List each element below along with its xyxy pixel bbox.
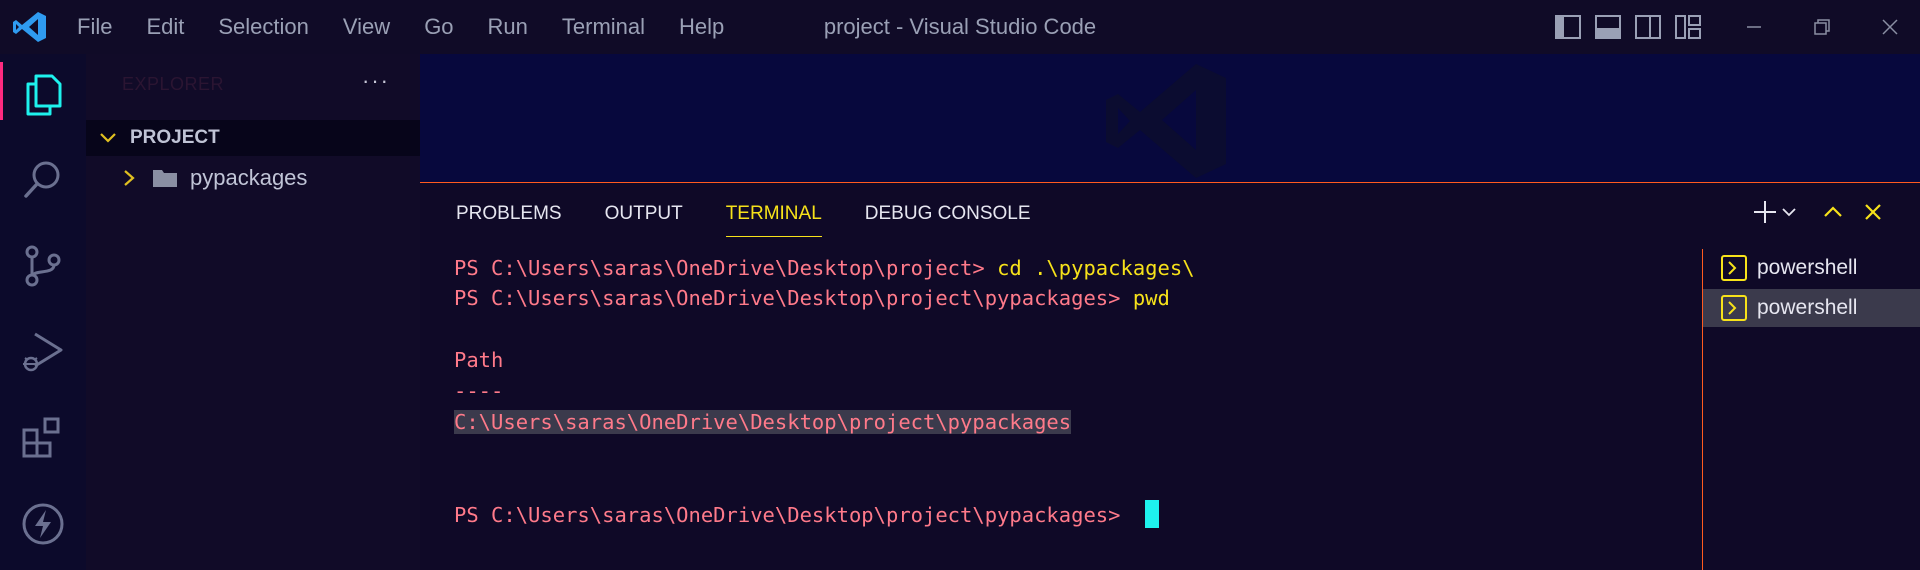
vscode-watermark-icon <box>1106 64 1226 178</box>
minimize-icon <box>1747 26 1761 28</box>
selected-path-text: C:\Users\saras\OneDrive\Desktop\project\… <box>454 410 1072 434</box>
vscode-window: File Edit Selection View Go Run Terminal… <box>0 0 1920 570</box>
chevron-right-icon <box>124 170 135 186</box>
restore-icon <box>1814 19 1830 35</box>
terminal-icon <box>1721 295 1747 321</box>
layout-controls <box>1552 12 1704 42</box>
terminal-command: cd .\pypackages\ <box>997 256 1195 280</box>
terminal-cursor <box>1144 500 1159 528</box>
sidebar-header: EXPLORER <box>122 74 225 94</box>
menu-help[interactable]: Help <box>662 0 741 54</box>
search-icon <box>24 161 60 198</box>
tree-item-label: pypackages <box>190 165 308 190</box>
activity-run-debug[interactable] <box>0 312 86 392</box>
customize-layout-button[interactable] <box>1672 12 1704 42</box>
close-icon <box>1865 204 1881 220</box>
terminal-output[interactable]: PS C:\Users\saras\OneDrive\Desktop\proje… <box>454 249 1714 567</box>
sidebar-layout-icon <box>1555 15 1581 39</box>
terminal-tab-label: powershell <box>1757 296 1858 319</box>
lightning-icon <box>22 503 64 545</box>
activity-bar <box>0 54 86 570</box>
source-control-icon <box>25 245 61 287</box>
folder-icon <box>153 170 177 187</box>
tab-debug-console[interactable]: DEBUG CONSOLE <box>865 183 1031 245</box>
extensions-icon <box>22 417 60 458</box>
toggle-secondary-sidebar-button[interactable] <box>1632 12 1664 42</box>
chevron-up-icon <box>1824 206 1842 217</box>
terminal-line: PS C:\Users\saras\OneDrive\Desktop\proje… <box>454 500 1159 530</box>
panel-tabs: PROBLEMS OUTPUT TERMINAL DEBUG CONSOLE <box>456 183 1074 245</box>
menu-run[interactable]: Run <box>471 0 545 54</box>
restore-button[interactable] <box>1788 0 1856 54</box>
menu-selection[interactable]: Selection <box>201 0 326 54</box>
editor-area <box>420 54 1920 182</box>
project-section-title: PROJECT <box>130 127 220 148</box>
close-window-button[interactable] <box>1856 0 1920 54</box>
menu-go[interactable]: Go <box>407 0 470 54</box>
menu-edit[interactable]: Edit <box>129 0 201 54</box>
run-debug-icon <box>23 332 63 372</box>
terminal-output-separator: ---- <box>454 379 504 403</box>
minimize-button[interactable] <box>1720 0 1788 54</box>
close-icon <box>1882 19 1898 35</box>
explorer-icon <box>26 74 62 116</box>
terminal-launch-profile-button[interactable] <box>1780 197 1798 227</box>
vscode-logo-icon <box>13 12 46 42</box>
toggle-primary-sidebar-button[interactable] <box>1552 12 1584 42</box>
terminal-line: PS C:\Users\saras\OneDrive\Desktop\proje… <box>454 253 1195 283</box>
close-panel-button[interactable] <box>1858 197 1888 227</box>
more-actions-button[interactable]: ··· <box>362 68 390 94</box>
toggle-panel-button[interactable] <box>1592 12 1624 42</box>
title-bar: File Edit Selection View Go Run Terminal… <box>0 0 1920 54</box>
panel-layout-icon <box>1595 15 1621 39</box>
panel-actions <box>1750 197 1888 227</box>
customize-layout-icon <box>1675 15 1701 39</box>
terminal-prompt: PS C:\Users\saras\OneDrive\Desktop\proje… <box>454 503 1133 527</box>
explorer-sidebar: EXPLORER ··· PROJECT pypackages <box>86 54 420 570</box>
chevron-down-icon <box>1782 208 1796 217</box>
terminal-tab-2[interactable]: powershell <box>1703 289 1920 327</box>
terminal-output-header: Path <box>454 348 504 372</box>
terminal-tab-label: powershell <box>1757 256 1858 279</box>
activity-search[interactable] <box>0 140 86 220</box>
secondary-sidebar-layout-icon <box>1635 15 1661 39</box>
activity-source-control[interactable] <box>0 226 86 306</box>
terminal-icon <box>1721 255 1747 281</box>
plus-icon <box>1754 201 1776 223</box>
tree-item-pypackages[interactable]: pypackages <box>86 160 420 196</box>
tab-problems[interactable]: PROBLEMS <box>456 183 562 245</box>
menu-terminal[interactable]: Terminal <box>545 0 662 54</box>
chevron-down-icon <box>100 133 116 143</box>
activity-explorer[interactable] <box>0 54 86 134</box>
menu-file[interactable]: File <box>60 0 129 54</box>
menu-bar: File Edit Selection View Go Run Terminal… <box>60 0 741 54</box>
terminal-output-path: C:\Users\saras\OneDrive\Desktop\project\… <box>454 407 1072 437</box>
terminal-tab-1[interactable]: powershell <box>1703 249 1920 287</box>
terminal-tabs-list: powershell powershell <box>1702 249 1920 570</box>
activity-lightning[interactable] <box>0 484 86 564</box>
tab-terminal[interactable]: TERMINAL <box>725 183 822 245</box>
new-terminal-button[interactable] <box>1750 197 1780 227</box>
terminal-line: PS C:\Users\saras\OneDrive\Desktop\proje… <box>454 283 1170 313</box>
maximize-panel-button[interactable] <box>1818 197 1848 227</box>
activity-extensions[interactable] <box>0 398 86 478</box>
tab-output[interactable]: OUTPUT <box>605 183 683 245</box>
window-controls <box>1720 0 1920 54</box>
terminal-command: pwd <box>1132 286 1170 310</box>
project-section-header[interactable]: PROJECT <box>86 120 420 156</box>
menu-view[interactable]: View <box>326 0 407 54</box>
bottom-panel: PROBLEMS OUTPUT TERMINAL DEBUG CONSOLE P… <box>420 182 1920 570</box>
terminal-prompt: PS C:\Users\saras\OneDrive\Desktop\proje… <box>454 256 998 280</box>
terminal-prompt: PS C:\Users\saras\OneDrive\Desktop\proje… <box>454 286 1133 310</box>
